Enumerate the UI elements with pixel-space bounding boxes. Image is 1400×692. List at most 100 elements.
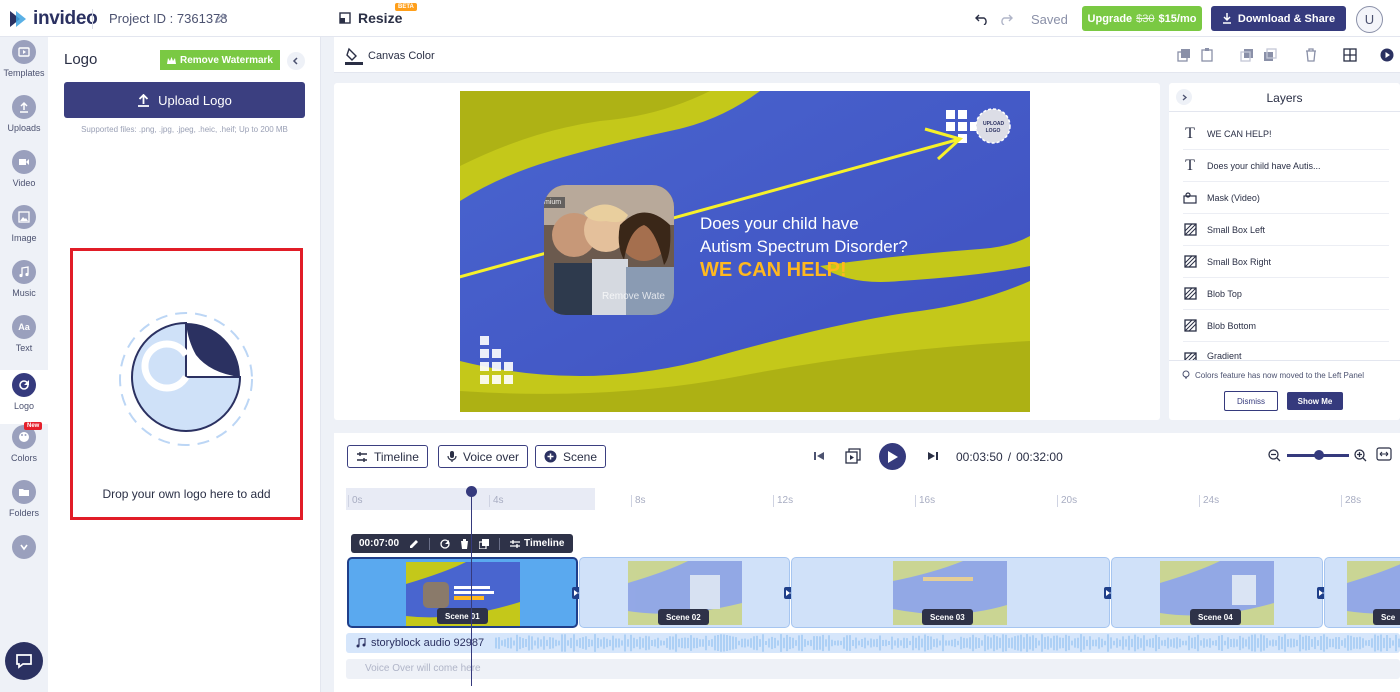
user-avatar[interactable]: U	[1356, 6, 1383, 33]
scene-duration[interactable]: 00:07:00	[359, 538, 399, 549]
zoom-slider-handle[interactable]	[1314, 450, 1324, 460]
video-frame[interactable]: UPLOAD LOGO mium Remove Wate Does your c…	[460, 91, 1030, 412]
templates-icon	[12, 40, 36, 64]
scene-toolbar: 00:07:00 Timeline	[351, 534, 573, 553]
zoom-in-icon[interactable]	[1354, 449, 1367, 462]
remove-watermark-button[interactable]: Remove Watermark	[160, 50, 280, 70]
zoom-out-icon[interactable]	[1268, 449, 1281, 462]
scene-clip[interactable]: Scene 04	[1111, 557, 1323, 628]
layer-label: Does your child have Autis...	[1207, 160, 1321, 171]
tab-label: Voice over	[463, 449, 520, 464]
tab-scene[interactable]: Scene	[535, 445, 607, 468]
layer-item[interactable]: T Does your child have Autis...	[1183, 150, 1389, 182]
scene-clip[interactable]: Scene 03	[791, 557, 1110, 628]
ruler-tick: 12s	[773, 495, 793, 507]
download-share-button[interactable]: Download & Share	[1211, 6, 1346, 31]
brand-logo[interactable]: invideo	[8, 8, 98, 30]
layer-item[interactable]: Blob Bottom	[1183, 310, 1389, 342]
tab-voice-over[interactable]: Voice over	[438, 445, 529, 468]
edit-pencil-icon[interactable]	[215, 12, 227, 24]
skip-forward-icon[interactable]	[925, 448, 941, 464]
ruler-tick: 28s	[1341, 495, 1361, 507]
nav-label: Text	[15, 343, 33, 353]
preview-play-icon[interactable]	[1380, 48, 1394, 62]
undo-icon[interactable]	[975, 12, 989, 25]
dismiss-button[interactable]: Dismiss	[1224, 391, 1278, 411]
audio-track-name: storyblock audio 92987	[371, 637, 485, 649]
layer-item[interactable]: Small Box Left	[1183, 214, 1389, 246]
upload-logo-button[interactable]: Upload Logo	[64, 82, 305, 118]
playhead-handle[interactable]	[466, 486, 477, 497]
shape-icon	[1183, 319, 1197, 333]
trash-icon[interactable]	[460, 538, 470, 549]
upload-logo-placeholder[interactable]: UPLOAD LOGO	[983, 121, 1004, 135]
layer-label: Blob Top	[1207, 288, 1242, 299]
lightbulb-icon	[1182, 370, 1190, 379]
tab-timeline[interactable]: Timeline	[347, 445, 428, 468]
nav-more[interactable]	[0, 535, 48, 587]
nav-label: Music	[12, 288, 36, 298]
layer-item[interactable]: T WE CAN HELP!	[1183, 118, 1389, 150]
nav-templates[interactable]: Templates	[0, 40, 48, 92]
nav-text[interactable]: Aa Text	[0, 315, 48, 367]
nav-colors[interactable]: New Colors	[0, 422, 48, 477]
redo-icon[interactable]	[999, 12, 1013, 25]
premium-tag: mium	[544, 197, 566, 208]
tab-label: Scene	[563, 449, 598, 464]
replace-icon[interactable]	[440, 538, 450, 549]
audio-waveform	[495, 634, 1400, 652]
collapse-panel-button[interactable]	[287, 52, 305, 70]
shape-icon	[1183, 255, 1197, 269]
layer-item[interactable]: Small Box Right	[1183, 246, 1389, 278]
bring-forward-icon[interactable]	[1240, 48, 1254, 62]
top-bar: invideo Project ID : 7361378 Resize BETA…	[0, 0, 1400, 37]
send-backward-icon[interactable]	[1263, 48, 1277, 62]
logo-panel: Logo Remove Watermark Upload Logo Suppor…	[48, 37, 321, 692]
nav-image[interactable]: Image	[0, 205, 48, 257]
scene-clip[interactable]: Scene 02	[579, 557, 790, 628]
scene-toolbar-timeline[interactable]: Timeline	[524, 538, 564, 549]
delete-icon[interactable]	[1304, 48, 1318, 62]
cta-text[interactable]: WE CAN HELP!	[700, 259, 847, 282]
paste-style-icon[interactable]	[1200, 48, 1214, 62]
chat-icon	[16, 654, 32, 669]
playhead[interactable]	[471, 488, 472, 686]
time-ruler[interactable]: 0s 4s 8s 12s 16s 20s 24s 28s	[346, 488, 1400, 510]
loop-scene-icon[interactable]	[845, 448, 861, 464]
scene-clip[interactable]: Scene 01	[347, 557, 578, 628]
resize-icon	[339, 12, 351, 24]
toolbar-separator	[499, 537, 501, 550]
remove-watermark-overlay[interactable]: Remove Wate	[602, 291, 665, 302]
voice-over-track[interactable]: Voice Over will come here	[346, 659, 1400, 679]
fit-width-icon[interactable]	[1376, 447, 1392, 461]
skip-back-icon[interactable]	[811, 448, 827, 464]
grid-icon[interactable]	[1343, 48, 1357, 62]
duplicate-icon[interactable]	[479, 538, 490, 549]
canvas-color-button[interactable]: Canvas Color	[345, 46, 435, 66]
logo-dropzone[interactable]: Drop your own logo here to add	[70, 248, 303, 520]
layer-item[interactable]: Gradient	[1183, 342, 1389, 360]
layer-item[interactable]: Blob Top	[1183, 278, 1389, 310]
copy-style-icon[interactable]	[1177, 48, 1191, 62]
nav-video[interactable]: Video	[0, 150, 48, 202]
play-button[interactable]	[879, 443, 906, 470]
nav-label: Logo	[13, 401, 35, 411]
resize-button[interactable]: Resize	[339, 10, 402, 26]
layer-label: Gradient	[1207, 351, 1242, 360]
project-id: Project ID : 7361378	[109, 11, 228, 26]
canvas-stage: UPLOAD LOGO mium Remove Wate Does your c…	[334, 83, 1160, 420]
upgrade-button[interactable]: Upgrade $30 $15/mo	[1082, 6, 1202, 31]
nav-music[interactable]: Music	[0, 260, 48, 312]
audio-track[interactable]: storyblock audio 92987	[346, 633, 1400, 653]
show-me-button[interactable]: Show Me	[1287, 392, 1343, 410]
scene-clip[interactable]: Sce	[1324, 557, 1400, 628]
edit-pencil-icon[interactable]	[409, 539, 419, 549]
children-photo[interactable]: mium Remove Wate	[544, 185, 674, 315]
layer-label: Small Box Left	[1207, 224, 1266, 235]
layer-item[interactable]: Mask (Video)	[1183, 182, 1389, 214]
headline-text[interactable]: Does your child have Autism Spectrum Dis…	[700, 212, 908, 258]
nav-uploads[interactable]: Uploads	[0, 95, 48, 147]
nav-logo[interactable]: Logo	[0, 370, 48, 424]
nav-folders[interactable]: Folders	[0, 480, 48, 532]
chat-support-button[interactable]	[5, 642, 43, 680]
